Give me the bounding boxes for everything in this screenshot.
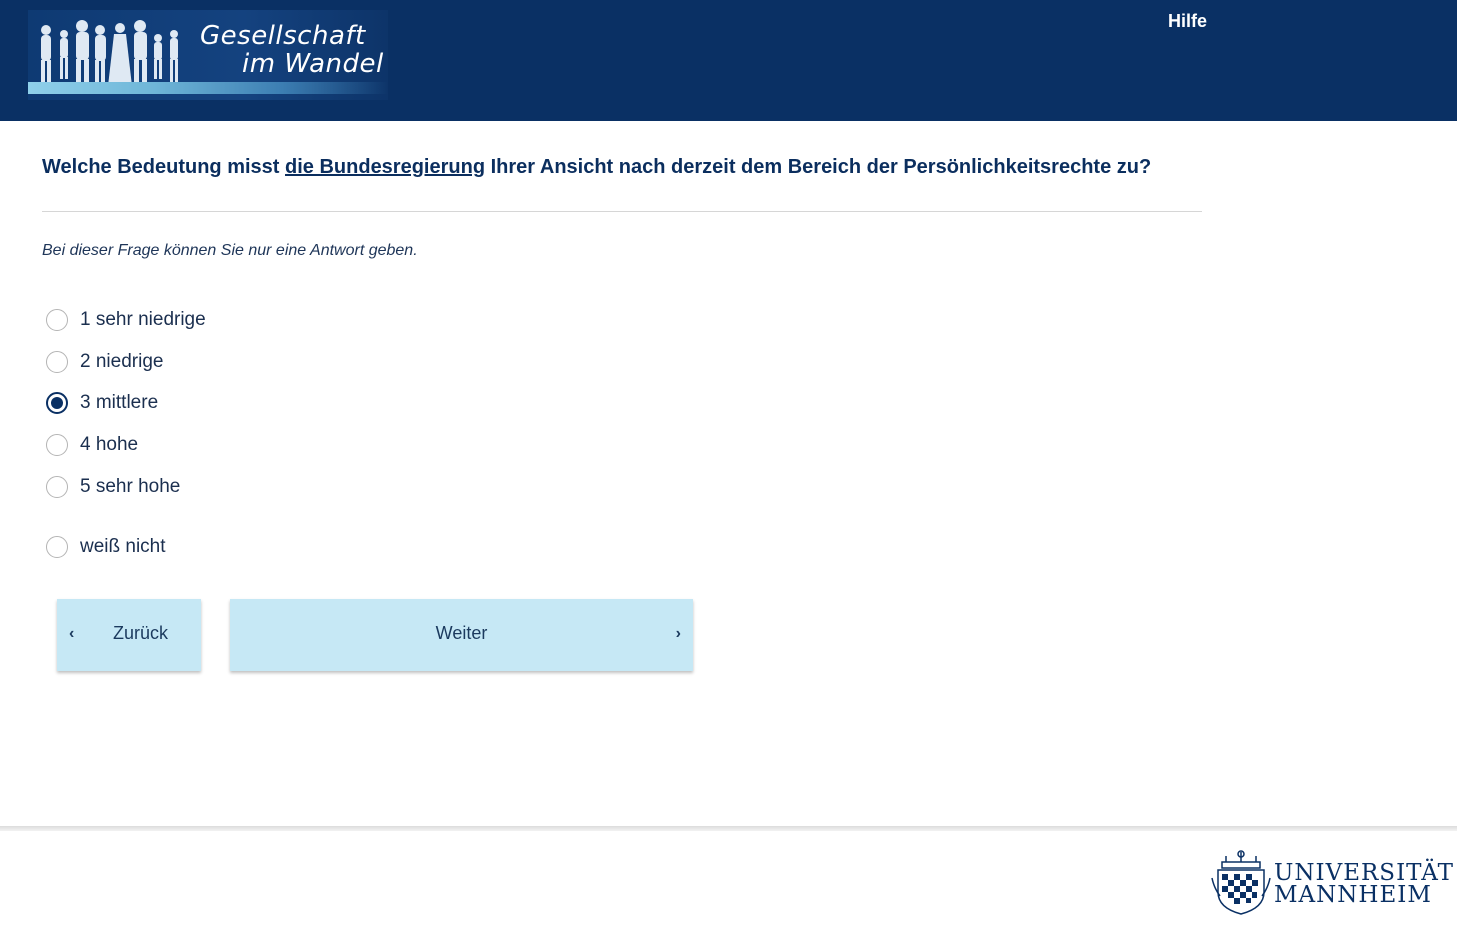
back-button-label: Zurück <box>113 623 169 643</box>
answer-option-label: weiß nicht <box>80 536 166 557</box>
footer-divider <box>0 826 1457 831</box>
answer-option-1[interactable]: 1 sehr niedrige <box>46 307 206 333</box>
answer-option-dont-know[interactable]: weiß nicht <box>46 534 166 560</box>
answer-option-label: 3 mittlere <box>80 392 159 413</box>
logo-accent-bar <box>28 82 388 94</box>
radio-button[interactable] <box>46 476 68 498</box>
university-mannheim-logo: UNIVERSITÄT MANNHEIM <box>1208 848 1453 918</box>
chevron-left-icon: ‹ <box>69 625 75 642</box>
gesellschaft-im-wandel-logo: Gesellschaft im Wandel <box>28 10 388 100</box>
question-text-end: Ihrer Ansicht nach derzeit dem Bereich d… <box>485 156 1152 178</box>
logo-line-2: im Wandel <box>242 49 384 79</box>
answer-instruction: Bei dieser Frage können Sie nur eine Ant… <box>42 242 418 259</box>
radio-button[interactable] <box>46 351 68 373</box>
help-link[interactable]: Hilfe <box>1168 11 1207 32</box>
answer-option-label: 4 hohe <box>80 434 139 455</box>
logo-wordmark: Gesellschaft im Wandel <box>200 22 384 78</box>
university-name-line-1: UNIVERSITÄT <box>1274 860 1454 886</box>
answer-option-4[interactable]: 4 hohe <box>46 432 138 458</box>
next-button-label: Weiter <box>435 623 488 643</box>
radio-button[interactable] <box>46 434 68 456</box>
back-button[interactable]: ‹ Zurück <box>57 599 201 671</box>
university-crest-icon <box>1211 850 1271 915</box>
logo-line-1: Gesellschaft <box>200 21 366 51</box>
answer-option-3[interactable]: 3 mittlere <box>46 390 158 416</box>
divider <box>42 211 1202 212</box>
radio-button[interactable] <box>46 536 68 558</box>
answer-option-label: 5 sehr hohe <box>80 476 181 497</box>
university-name-line-2: MANNHEIM <box>1274 882 1432 908</box>
next-button[interactable]: Weiter › <box>230 599 693 671</box>
radio-button[interactable] <box>46 309 68 331</box>
radio-button-selected[interactable] <box>46 392 68 414</box>
header-bar: Gesellschaft im Wandel Hilfe <box>0 0 1457 121</box>
answer-option-2[interactable]: 2 niedrige <box>46 349 163 375</box>
question-emphasis: die Bundesregierung <box>285 156 486 178</box>
answer-option-label: 2 niedrige <box>80 351 164 372</box>
question-text-start: Welche Bedeutung misst <box>42 156 286 178</box>
answer-option-5[interactable]: 5 sehr hohe <box>46 474 180 500</box>
university-name: UNIVERSITÄT MANNHEIM <box>1274 860 1454 908</box>
answer-option-label: 1 sehr niedrige <box>80 309 206 330</box>
question-title: Welche Bedeutung misst die Bundesregieru… <box>42 156 1151 179</box>
chevron-right-icon: › <box>675 625 681 642</box>
